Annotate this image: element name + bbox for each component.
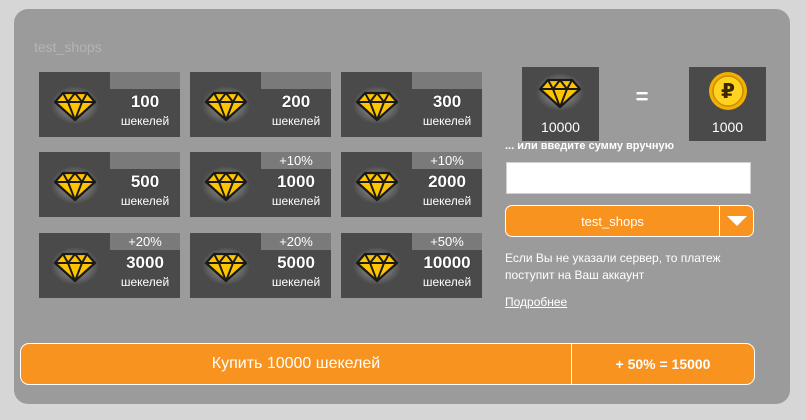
- diamond-icon: [51, 86, 99, 124]
- coins-value: 1000: [711, 119, 744, 135]
- package-tile-200[interactable]: 200 шекелей: [190, 72, 331, 137]
- server-notice: Если Вы не указали сервер, то платеж пос…: [505, 251, 721, 282]
- package-bonus-band: +10%: [261, 152, 331, 169]
- package-unit: шекелей: [120, 114, 170, 128]
- purchase-bonus: + 50% = 15000: [615, 356, 711, 372]
- package-tile-500[interactable]: 500 шекелей: [39, 152, 180, 217]
- package-amount: 300: [432, 92, 462, 111]
- package-bonus-band: +50%: [412, 233, 482, 250]
- package-amount: 3000: [126, 253, 164, 272]
- package-bonus-band: [110, 72, 180, 89]
- package-tile-3000[interactable]: +20% 3000 шекелей: [39, 233, 180, 298]
- coin-symbol: ₽: [721, 79, 735, 103]
- package-bonus-band: +20%: [261, 233, 331, 250]
- buy-button[interactable]: Купить 10000 шекелей: [21, 344, 571, 384]
- gems-value: 10000: [541, 119, 580, 135]
- package-bonus-band: [110, 152, 180, 169]
- diamond-icon: [536, 73, 584, 111]
- diamond-icon: [51, 247, 99, 285]
- package-unit: шекелей: [422, 275, 472, 289]
- package-bonus-band: [412, 72, 482, 89]
- server-select-value: test_shops: [581, 214, 644, 229]
- diamond-icon: [202, 166, 250, 204]
- package-amount: 1000: [277, 172, 315, 191]
- package-bonus-band: [261, 72, 331, 89]
- package-amount: 200: [281, 92, 311, 111]
- package-unit: шекелей: [422, 114, 472, 128]
- ruble-coin-icon: ₽: [709, 72, 747, 110]
- package-amount: 10000: [423, 253, 471, 272]
- amount-input[interactable]: [506, 162, 751, 194]
- diamond-icon: [353, 247, 401, 285]
- package-tile-100[interactable]: 100 шекелей: [39, 72, 180, 137]
- diamond-icon: [353, 166, 401, 204]
- manual-amount-label: ... или введите сумму вручную: [505, 140, 674, 152]
- package-amount: 2000: [428, 172, 466, 191]
- package-amount: 100: [130, 92, 160, 111]
- equals-sign: =: [635, 84, 649, 109]
- package-bonus-band: +20%: [110, 233, 180, 250]
- chevron-down-icon: [727, 216, 747, 226]
- package-tile-2000[interactable]: +10% 2000 шекелей: [341, 152, 482, 217]
- package-amount: 500: [130, 172, 160, 191]
- package-unit: шекелей: [271, 114, 321, 128]
- gems-preview: 10000: [522, 67, 599, 141]
- package-unit: шекелей: [422, 194, 472, 208]
- coins-preview: ₽ 1000: [689, 67, 766, 141]
- package-tile-10000[interactable]: +50% 10000 шекелей: [341, 233, 482, 298]
- diamond-icon: [353, 86, 401, 124]
- package-tile-300[interactable]: 300 шекелей: [341, 72, 482, 137]
- package-tile-1000[interactable]: +10% 1000 шекелей: [190, 152, 331, 217]
- more-info-link[interactable]: Подробнее: [505, 295, 567, 309]
- diamond-icon: [202, 247, 250, 285]
- package-tile-5000[interactable]: +20% 5000 шекелей: [190, 233, 331, 298]
- diamond-icon: [202, 86, 250, 124]
- package-bonus-band: +10%: [412, 152, 482, 169]
- package-amount: 5000: [277, 253, 315, 272]
- diamond-icon: [51, 166, 99, 204]
- package-unit: шекелей: [271, 194, 321, 208]
- server-dropdown-button[interactable]: [719, 206, 754, 236]
- purchase-bar: Купить 10000 шекелей + 50% = 15000: [20, 343, 755, 385]
- shop-title: test_shops: [34, 39, 102, 55]
- package-unit: шекелей: [120, 194, 170, 208]
- package-unit: шекелей: [120, 275, 170, 289]
- server-select[interactable]: test_shops: [505, 205, 754, 237]
- package-unit: шекелей: [271, 275, 321, 289]
